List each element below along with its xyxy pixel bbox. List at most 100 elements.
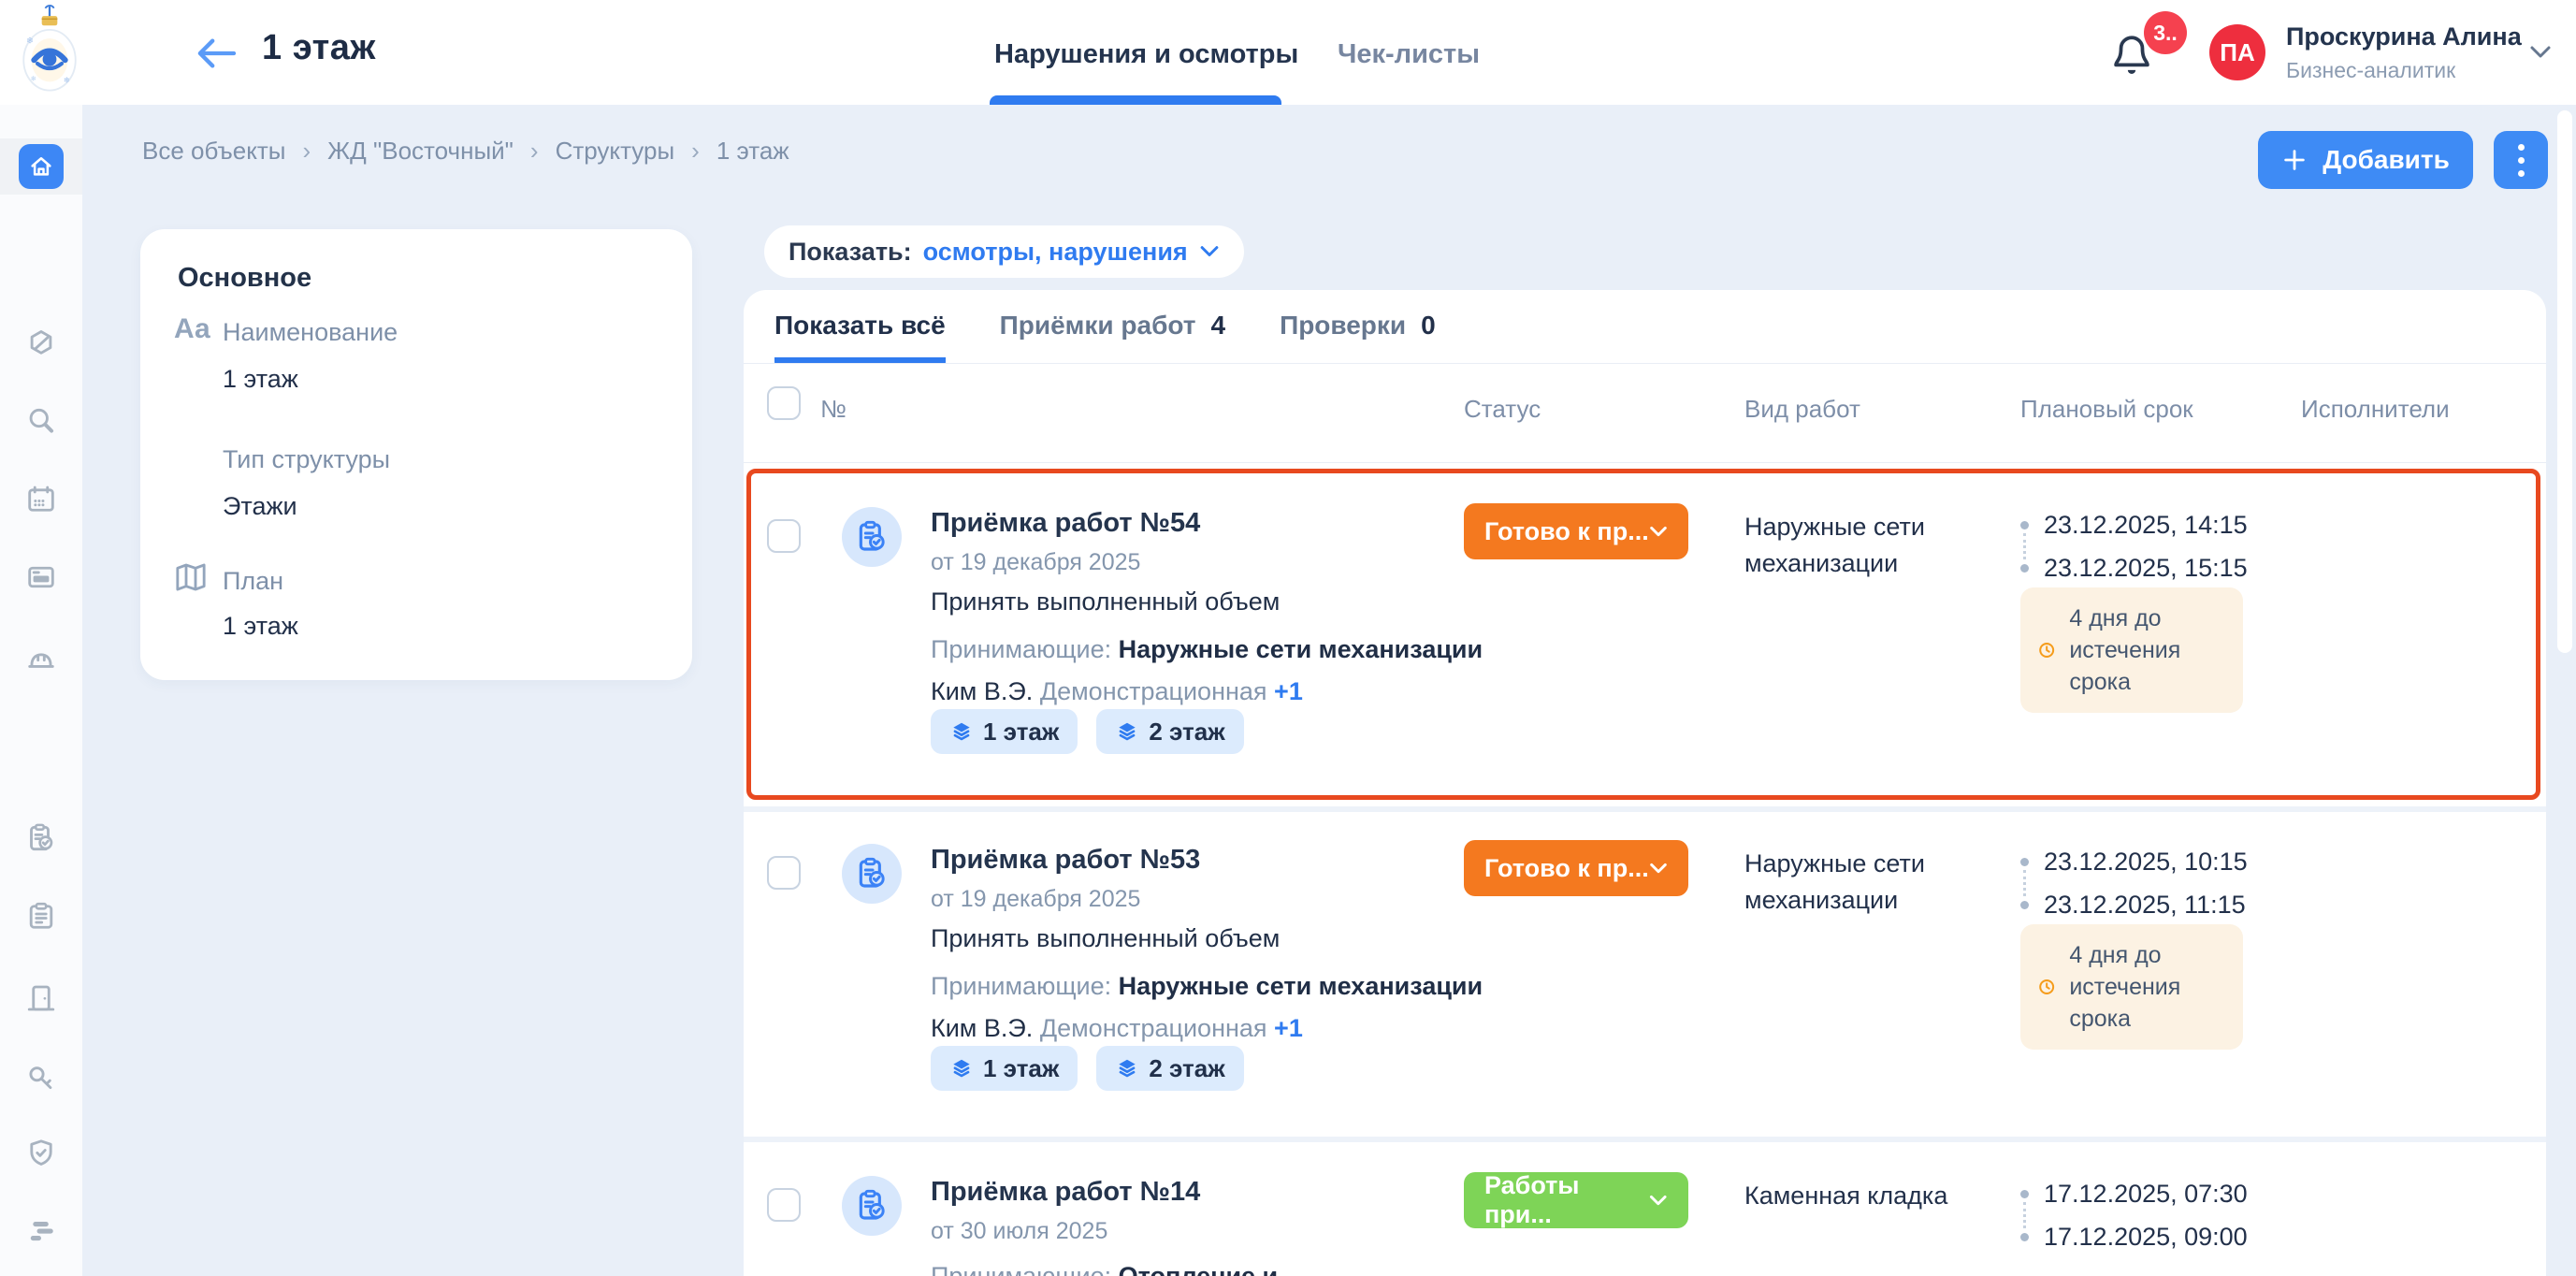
- column-number: №: [820, 395, 847, 424]
- status-label: Готово к пр...: [1484, 854, 1649, 883]
- timeline-connector: [2023, 870, 2026, 896]
- structure-type-label: Тип структуры: [223, 445, 390, 474]
- svg-text:❄: ❄: [26, 36, 34, 46]
- status-dropdown[interactable]: Готово к пр...: [1464, 503, 1688, 559]
- sidebar-shield-icon[interactable]: [24, 1137, 58, 1170]
- deadline-warning: 4 дня до истечения срока: [2020, 924, 2243, 1050]
- acceptance-doc-icon: [842, 507, 902, 567]
- name-field-label: Наименование: [223, 318, 398, 347]
- breadcrumb: Все объекты › ЖД "Восточный" › Структуры…: [142, 137, 789, 166]
- tab-violations-inspections[interactable]: Нарушения и осмотры: [994, 39, 1298, 70]
- deadline-warning-text: 4 дня до истечения срока: [2069, 602, 2226, 698]
- acceptance-doc-icon: [842, 844, 902, 904]
- chevron-down-icon: [1649, 1195, 1668, 1207]
- select-all-checkbox[interactable]: [767, 386, 801, 420]
- tag-floor[interactable]: 2 этаж: [1096, 1046, 1243, 1091]
- structure-type-value: Этажи: [223, 492, 297, 521]
- tab-checklists[interactable]: Чек-листы: [1338, 39, 1480, 70]
- status-dropdown[interactable]: Работы при...: [1464, 1172, 1688, 1228]
- tag-floor[interactable]: 2 этаж: [1096, 709, 1243, 754]
- timeline-dot: [2020, 521, 2029, 529]
- deadline-start: 17.12.2025, 07:30: [2044, 1180, 2248, 1209]
- kebab-dot: [2518, 157, 2525, 164]
- receiver-org: Демонстрационная: [1040, 1014, 1267, 1042]
- acceptance-doc-icon: [842, 1176, 902, 1236]
- sidebar-calendar-icon[interactable]: [24, 483, 58, 516]
- sidebar-item-home[interactable]: [19, 144, 64, 189]
- tag-label: 2 этаж: [1149, 718, 1224, 747]
- sidebar-checklist-icon[interactable]: [24, 900, 58, 934]
- tab-acceptances[interactable]: Приёмки работ 4: [1000, 311, 1225, 357]
- sidebar-blocked-icon[interactable]: [24, 327, 58, 361]
- filter-value: осмотры, нарушения: [923, 238, 1188, 267]
- left-sidebar: [0, 105, 82, 1276]
- sidebar-acceptance-icon[interactable]: [24, 821, 58, 855]
- sidebar-search-icon[interactable]: [24, 404, 58, 438]
- deadline-start: 23.12.2025, 14:15: [2044, 511, 2248, 540]
- deadline-timeline: 23.12.2025, 14:15 23.12.2025, 15:15: [2020, 503, 2264, 589]
- sidebar-key-icon[interactable]: [24, 1061, 58, 1095]
- sidebar-card-icon[interactable]: [24, 560, 58, 594]
- back-arrow-icon[interactable]: [195, 36, 238, 71]
- list-tabs: Показать всё Приёмки работ 4 Проверки 0: [774, 311, 1436, 364]
- receivers-label: Принимающие:: [931, 1262, 1111, 1276]
- avatar: ПА: [2209, 24, 2265, 80]
- chevron-down-icon: [1649, 526, 1668, 538]
- deadline-timeline: 17.12.2025, 07:30 17.12.2025, 09:00: [2020, 1172, 2264, 1258]
- tag-label: 2 этаж: [1149, 1054, 1224, 1083]
- app-window: ❄ ❄ ❄ 1 этаж Нарушения и осмотры Чек-лис…: [0, 0, 2576, 1276]
- text-type-icon: Аа: [174, 313, 210, 345]
- status-label: Готово к пр...: [1484, 517, 1649, 546]
- status-dropdown[interactable]: Готово к пр...: [1464, 840, 1688, 896]
- sidebar-helmet-icon[interactable]: [24, 642, 58, 675]
- more-actions-button[interactable]: [2494, 131, 2548, 189]
- map-icon: [172, 558, 210, 596]
- column-status: Статус: [1464, 395, 1541, 424]
- tab-acceptances-count: 4: [1210, 311, 1225, 341]
- row-checkbox[interactable]: [767, 856, 801, 890]
- tab-show-all-label: Показать всё: [774, 311, 946, 341]
- row-description: Принять выполненный объем: [931, 924, 1280, 953]
- receivers-label: Принимающие:: [931, 635, 1111, 663]
- column-deadline: Плановый срок: [2020, 395, 2193, 424]
- name-field-value: 1 этаж: [223, 365, 298, 394]
- tag-floor[interactable]: 1 этаж: [931, 709, 1078, 754]
- top-header: ❄ ❄ ❄ 1 этаж Нарушения и осмотры Чек-лис…: [0, 0, 2576, 105]
- timeline-dot: [2020, 1233, 2029, 1241]
- tab-acceptances-label: Приёмки работ: [1000, 311, 1196, 341]
- breadcrumb-separator: ›: [303, 137, 311, 166]
- column-work-type: Вид работ: [1744, 395, 1860, 424]
- stack-icon: [1115, 1056, 1139, 1080]
- sidebar-door-icon[interactable]: [24, 981, 58, 1015]
- row-title[interactable]: Приёмка работ №53: [931, 845, 1200, 876]
- row-date: от 19 декабря 2025: [931, 549, 1140, 576]
- receiver-more-link[interactable]: +1: [1274, 677, 1303, 705]
- breadcrumb-all-objects[interactable]: Все объекты: [142, 137, 286, 166]
- svg-text:❄: ❄: [31, 74, 36, 82]
- user-menu[interactable]: ПА Проскурина Алина Бизнес-аналитик: [2209, 19, 2565, 86]
- row-title[interactable]: Приёмка работ №54: [931, 508, 1200, 539]
- receiver-team: Наружные сети механизации: [1119, 972, 1483, 1000]
- scrollbar-thumb[interactable]: [2557, 110, 2572, 653]
- svg-text:❄: ❄: [64, 75, 70, 84]
- filter-label: Показать:: [789, 238, 912, 267]
- row-checkbox[interactable]: [767, 519, 801, 553]
- tab-inspections[interactable]: Проверки 0: [1280, 311, 1436, 357]
- tab-show-all[interactable]: Показать всё: [774, 311, 946, 364]
- row-checkbox[interactable]: [767, 1188, 801, 1222]
- add-button[interactable]: Добавить: [2258, 131, 2473, 189]
- receiver-more-link[interactable]: +1: [1274, 1014, 1303, 1042]
- column-assignees: Исполнители: [2301, 395, 2450, 424]
- show-filter-dropdown[interactable]: Показать: осмотры, нарушения: [764, 225, 1244, 278]
- sidebar-structures-icon[interactable]: [24, 1213, 58, 1247]
- breadcrumb-structures[interactable]: Структуры: [556, 137, 675, 166]
- row-receivers: Принимающие: Наружные сети механизации К…: [931, 629, 1492, 713]
- deadline-end: 17.12.2025, 09:00: [2044, 1223, 2248, 1252]
- clock-icon: [2037, 970, 2056, 1004]
- tag-floor[interactable]: 1 этаж: [931, 1046, 1078, 1091]
- row-title[interactable]: Приёмка работ №14: [931, 1177, 1200, 1208]
- receiver-team: Наружные сети механизации: [1119, 635, 1483, 663]
- notification-badge: 3..: [2144, 11, 2187, 54]
- work-type: Наружные сети механизации: [1744, 846, 1997, 919]
- breadcrumb-object[interactable]: ЖД "Восточный": [327, 137, 514, 166]
